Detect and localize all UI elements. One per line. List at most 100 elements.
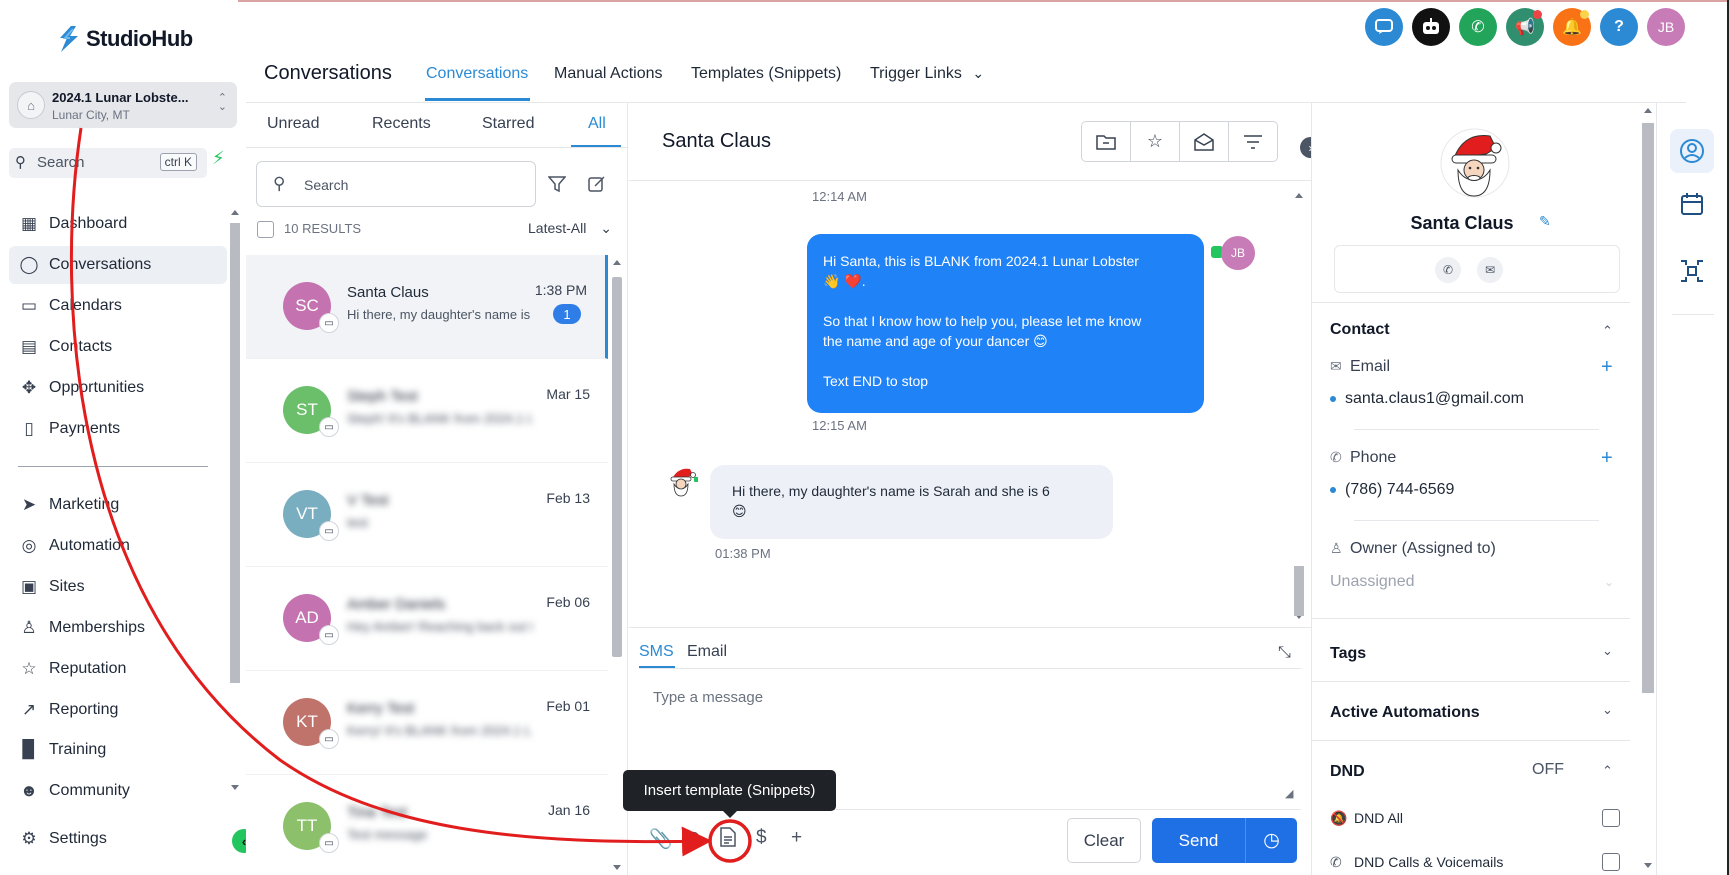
help-icon[interactable]: ? bbox=[1600, 8, 1638, 46]
email-value[interactable]: santa.claus1@gmail.com bbox=[1330, 390, 1524, 408]
sort-dropdown[interactable]: Latest-All ⌄ bbox=[528, 220, 612, 237]
minimize-composer-icon[interactable]: ⤡ bbox=[1278, 644, 1291, 662]
tab-templates-snippets[interactable]: Templates (Snippets) bbox=[691, 65, 841, 83]
send-icon: ➤ bbox=[21, 495, 37, 514]
list-scrollbar[interactable] bbox=[610, 255, 624, 875]
call-phone-icon[interactable]: ✆ bbox=[1435, 257, 1461, 283]
resize-handle-icon[interactable]: ◢ bbox=[1285, 787, 1293, 800]
list-tab-unread[interactable]: Unread bbox=[267, 115, 319, 133]
location-switcher[interactable]: ⌂ 2024.1 Lunar Lobste... Lunar City, MT … bbox=[9, 82, 237, 128]
add-email-button[interactable]: + bbox=[1601, 356, 1613, 379]
sidebar-item-reporting[interactable]: ↗ Reporting bbox=[9, 691, 227, 729]
edit-pencil-icon[interactable]: ✎ bbox=[1539, 213, 1551, 230]
sidebar-item-label: Community bbox=[49, 782, 130, 799]
contact-scrollbar[interactable] bbox=[1640, 103, 1656, 875]
composer-tab-email[interactable]: Email bbox=[687, 643, 727, 661]
conversation-time: Mar 15 bbox=[546, 386, 590, 402]
user-avatar[interactable]: JB bbox=[1647, 8, 1685, 46]
sidebar-item-contacts[interactable]: ▤ Contacts bbox=[9, 328, 227, 366]
composer-tab-divider bbox=[639, 668, 1301, 669]
dnd-calls-checkbox[interactable] bbox=[1602, 853, 1620, 871]
conversation-search[interactable]: ⚲ Search bbox=[256, 161, 536, 207]
insert-template-icon[interactable] bbox=[719, 827, 737, 853]
compose-icon[interactable] bbox=[588, 175, 606, 198]
sidebar-item-community[interactable]: ☻ Community bbox=[9, 772, 227, 810]
payment-dollar-icon[interactable]: $ bbox=[756, 827, 767, 849]
chat-scrollbar-thumb[interactable] bbox=[1294, 566, 1304, 616]
sidebar-item-calendars[interactable]: ▭ Calendars bbox=[9, 287, 227, 325]
conversation-list-item[interactable]: TT ▭ Tina Test Test message Jan 16 bbox=[246, 775, 608, 875]
network-icon[interactable] bbox=[1670, 249, 1714, 293]
calendar-icon[interactable] bbox=[1670, 182, 1714, 226]
star-icon[interactable]: ☆ bbox=[1131, 122, 1180, 161]
chevron-down-icon[interactable]: ⌄ bbox=[1602, 643, 1613, 659]
chevron-down-icon[interactable]: ⌄ bbox=[1602, 702, 1613, 718]
add-phone-button[interactable]: + bbox=[1601, 447, 1613, 470]
clear-button[interactable]: Clear bbox=[1067, 818, 1141, 863]
dnd-section-header[interactable]: DND bbox=[1330, 763, 1365, 781]
sidebar-item-opportunities[interactable]: ✥ Opportunities bbox=[9, 369, 227, 407]
contact-profile-icon[interactable] bbox=[1670, 129, 1714, 173]
list-tab-starred[interactable]: Starred bbox=[482, 115, 534, 133]
sidebar-search[interactable]: ⚲ Search ctrl K bbox=[9, 148, 207, 178]
sidebar-item-automation[interactable]: ◎ Automation bbox=[9, 527, 227, 565]
owner-select[interactable]: Unassigned bbox=[1330, 573, 1415, 591]
santa-avatar-icon[interactable] bbox=[1440, 128, 1510, 198]
conversation-list-item[interactable]: KT ▭ Kerry Test Kerry! It's BLANK from 2024… bbox=[246, 671, 608, 775]
sidebar-item-marketing[interactable]: ➤ Marketing bbox=[9, 486, 227, 524]
sidebar-item-memberships[interactable]: ♙ Memberships bbox=[9, 609, 227, 647]
attachment-icon[interactable]: 📎 bbox=[649, 827, 673, 851]
filter-icon[interactable] bbox=[547, 175, 567, 198]
brand-logo[interactable]: StudioHub bbox=[58, 26, 193, 52]
list-tab-all[interactable]: All bbox=[588, 115, 606, 133]
conversation-list-item[interactable]: AD ▭ Amber Daniels Hey Amber! Reaching back… bbox=[246, 567, 608, 671]
list-tab-recents[interactable]: Recents bbox=[372, 115, 431, 133]
sidebar-item-reputation[interactable]: ☆ Reputation bbox=[9, 650, 227, 688]
conversation-preview: Hey Amber! Reaching back out t bbox=[347, 619, 532, 634]
bell-icon[interactable]: 🔔 bbox=[1553, 8, 1591, 46]
dnd-all-checkbox[interactable] bbox=[1602, 809, 1620, 827]
chevron-up-icon[interactable]: ⌃ bbox=[1602, 323, 1613, 339]
bot-icon[interactable] bbox=[1412, 8, 1450, 46]
sidebar-item-conversations[interactable]: ◯ Conversations bbox=[9, 246, 227, 284]
chat-panel: Santa Claus ☆ › 12:14 AM Hi Santa, this … bbox=[629, 103, 1321, 875]
sidebar-item-settings[interactable]: ⚙ Settings bbox=[9, 820, 227, 858]
chat-scrollbar[interactable] bbox=[1292, 186, 1306, 626]
select-all-checkbox[interactable] bbox=[257, 221, 274, 238]
conversation-list-item[interactable]: VT ▭ V Test test Feb 13 bbox=[246, 463, 608, 567]
sidebar-item-training[interactable]: ▉ Training bbox=[9, 731, 227, 769]
megaphone-icon[interactable]: 📢 bbox=[1506, 8, 1544, 46]
chevron-down-icon[interactable]: ⌄ bbox=[1604, 575, 1614, 589]
email-envelope-icon[interactable]: ✉ bbox=[1477, 257, 1503, 283]
filter-lines-icon[interactable] bbox=[1229, 122, 1277, 161]
conversation-list-item[interactable]: ST ▭ Steph Test Steph! It's BLANK from 2024… bbox=[246, 359, 608, 463]
sidebar-scrollbar[interactable] bbox=[228, 205, 242, 795]
contact-scrollbar-thumb[interactable] bbox=[1642, 123, 1654, 693]
sidebar-item-sites[interactable]: ▣ Sites bbox=[9, 568, 227, 606]
message-input[interactable]: Type a message bbox=[653, 689, 763, 706]
mark-read-icon[interactable] bbox=[1180, 122, 1229, 161]
phone-value[interactable]: (786) 744-6569 bbox=[1330, 481, 1454, 499]
phone-icon[interactable]: ✆ bbox=[1459, 8, 1497, 46]
contact-section-header[interactable]: Contact bbox=[1330, 321, 1390, 339]
folder-icon[interactable] bbox=[1082, 122, 1131, 161]
tags-section-header[interactable]: Tags bbox=[1330, 645, 1366, 663]
chevron-up-icon[interactable]: ⌃ bbox=[1602, 763, 1613, 779]
list-scrollbar-thumb[interactable] bbox=[612, 277, 622, 657]
sidebar-item-dashboard[interactable]: ▦ Dashboard bbox=[9, 205, 227, 243]
send-button[interactable]: Send bbox=[1152, 818, 1245, 863]
composer-tab-sms[interactable]: SMS bbox=[639, 643, 674, 661]
chat-widget-icon[interactable] bbox=[1365, 8, 1403, 46]
sidebar-item-payments[interactable]: ▯ Payments bbox=[9, 410, 227, 448]
emoji-icon[interactable]: ☺ bbox=[684, 827, 703, 849]
tab-trigger-links[interactable]: Trigger Links ⌄ bbox=[870, 65, 984, 83]
tab-conversations[interactable]: Conversations bbox=[426, 65, 528, 83]
sidebar-item-label: Conversations bbox=[49, 256, 152, 273]
quick-action-bolt-icon[interactable]: ⚡ bbox=[212, 148, 225, 169]
schedule-send-button[interactable]: ◷ bbox=[1245, 818, 1297, 863]
add-plus-icon[interactable]: + bbox=[791, 827, 802, 849]
tab-manual-actions[interactable]: Manual Actions bbox=[554, 65, 663, 83]
conversation-list-item[interactable]: SC ▭ Santa Claus Hi there, my daughter's na… bbox=[246, 255, 608, 359]
conversation-list-panel: Unread Recents Starred All ⚲ Search 10 R… bbox=[246, 103, 628, 875]
automations-section-header[interactable]: Active Automations bbox=[1330, 704, 1480, 722]
